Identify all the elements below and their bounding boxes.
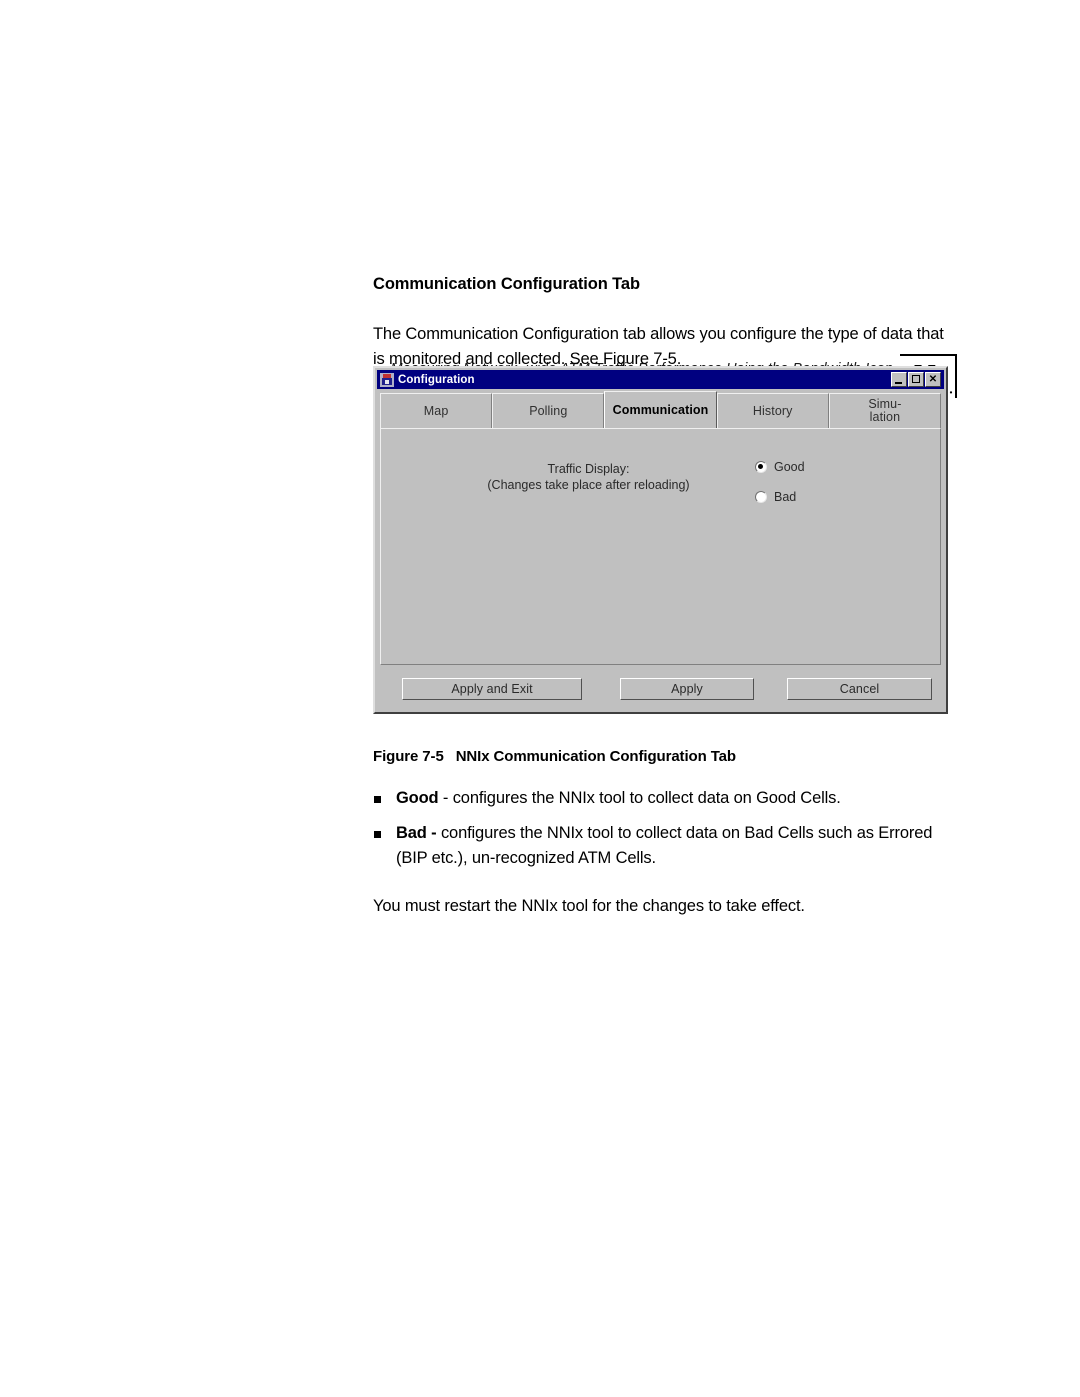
bullet-square-icon bbox=[374, 831, 381, 838]
bullet-desc-bad: configures the NNIx tool to collect data… bbox=[396, 824, 933, 867]
figure-caption-label: Figure 7-5 bbox=[373, 748, 444, 765]
dialog-tabstrip: Map Polling Communication History Simu- … bbox=[380, 391, 942, 429]
tab-simulation-label-line2: lation bbox=[869, 410, 901, 424]
close-icon: ✕ bbox=[928, 373, 938, 385]
closing-paragraph: You must restart the NNIx tool for the c… bbox=[373, 896, 805, 915]
bullet-list: Good - configures the NNIx tool to colle… bbox=[373, 786, 953, 881]
bullet-term-bad: Bad - bbox=[396, 824, 437, 842]
tab-communication-label: Communication bbox=[612, 403, 709, 417]
radio-bad-label: Bad bbox=[774, 490, 797, 504]
traffic-display-radio-group: Good Bad bbox=[755, 460, 805, 520]
traffic-display-label-line1: Traffic Display: bbox=[547, 462, 630, 476]
tab-history[interactable]: History bbox=[716, 393, 829, 429]
bullet-term-good: Good bbox=[396, 789, 439, 807]
figure-caption-text: NNIx Communication Configuration Tab bbox=[455, 748, 736, 765]
tab-map[interactable]: Map bbox=[380, 393, 493, 429]
maximize-button[interactable] bbox=[908, 372, 924, 387]
dialog-titlebar[interactable]: Configuration ✕ bbox=[377, 370, 944, 389]
apply-and-exit-button[interactable]: Apply and Exit bbox=[402, 678, 582, 700]
figure-caption: Figure 7-5 NNIx Communication Configurati… bbox=[373, 748, 736, 765]
section-heading: Communication Configuration Tab bbox=[373, 275, 640, 294]
tab-polling[interactable]: Polling bbox=[492, 393, 605, 429]
cancel-label: Cancel bbox=[839, 682, 880, 696]
tab-map-label: Map bbox=[423, 403, 449, 418]
apply-button[interactable]: Apply bbox=[620, 678, 754, 700]
minimize-button[interactable] bbox=[891, 372, 907, 387]
dialog-title: Configuration bbox=[398, 373, 475, 386]
apply-and-exit-label: Apply and Exit bbox=[451, 682, 533, 696]
list-item: Good - configures the NNIx tool to colle… bbox=[373, 786, 953, 811]
radio-bad-icon bbox=[755, 491, 767, 503]
traffic-display-label-line2: (Changes take place after reloading) bbox=[487, 478, 690, 492]
bullet-desc-good: - configures the NNIx tool to collect da… bbox=[438, 789, 841, 807]
figure-screenshot: Configuration ✕ Map Polling Communicatio… bbox=[373, 366, 948, 714]
window-controls: ✕ bbox=[891, 372, 941, 387]
tab-simulation-label: Simu- lation bbox=[868, 398, 901, 424]
radio-option-bad[interactable]: Bad bbox=[755, 490, 805, 504]
configuration-dialog: Configuration ✕ Map Polling Communicatio… bbox=[373, 366, 948, 714]
minimize-icon bbox=[895, 382, 902, 384]
cancel-button[interactable]: Cancel bbox=[787, 678, 932, 700]
tab-communication[interactable]: Communication bbox=[604, 391, 717, 429]
list-item: Bad - configures the NNIx tool to collec… bbox=[373, 821, 953, 871]
config-window-icon bbox=[380, 372, 394, 387]
radio-good-label: Good bbox=[774, 460, 805, 474]
tab-simulation[interactable]: Simu- lation bbox=[828, 393, 942, 429]
maximize-icon bbox=[912, 375, 920, 383]
dialog-button-bar: Apply and Exit Apply Cancel bbox=[380, 674, 941, 704]
radio-option-good[interactable]: Good bbox=[755, 460, 805, 474]
tab-history-label: History bbox=[752, 403, 793, 418]
bullet-square-icon bbox=[374, 796, 381, 803]
tab-polling-label: Polling bbox=[529, 403, 568, 418]
intro-paragraph: The Communication Configuration tab allo… bbox=[373, 324, 944, 368]
traffic-display-label: Traffic Display: (Changes take place aft… bbox=[421, 461, 756, 493]
apply-label: Apply bbox=[671, 682, 703, 696]
close-button[interactable]: ✕ bbox=[925, 372, 941, 387]
page-header: Measuring Network -wide ATM Traffic Perf… bbox=[0, 178, 1080, 398]
radio-good-icon bbox=[755, 461, 767, 473]
tab-simulation-label-line1: Simu- bbox=[868, 397, 902, 411]
communication-tab-panel: Traffic Display: (Changes take place aft… bbox=[380, 428, 941, 665]
